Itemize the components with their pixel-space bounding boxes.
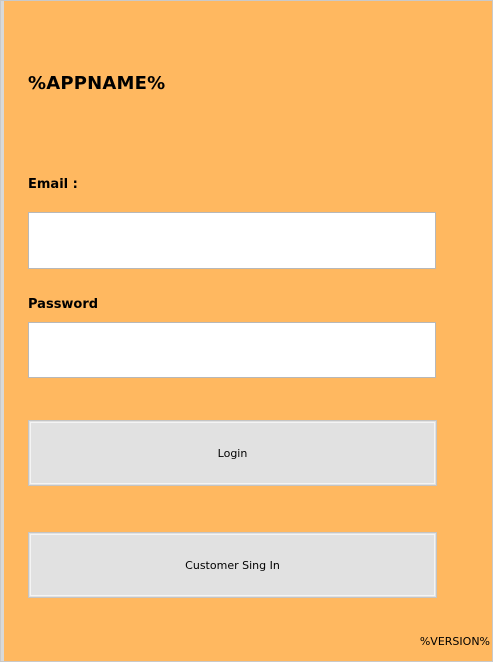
login-button[interactable]: Login xyxy=(28,420,437,486)
version-label: %VERSION% xyxy=(419,635,490,648)
password-field[interactable] xyxy=(28,322,436,378)
password-label: Password xyxy=(28,297,99,312)
email-field[interactable] xyxy=(28,212,436,269)
customer-sign-in-button-label: Customer Sing In xyxy=(185,558,280,572)
customer-sign-in-button[interactable]: Customer Sing In xyxy=(28,532,437,598)
login-window: %APPNAME% Email : Password Login Custome… xyxy=(0,0,493,662)
window-edge xyxy=(1,1,4,661)
app-title: %APPNAME% xyxy=(28,73,166,94)
login-button-label: Login xyxy=(217,446,248,460)
email-label: Email : xyxy=(28,177,78,192)
